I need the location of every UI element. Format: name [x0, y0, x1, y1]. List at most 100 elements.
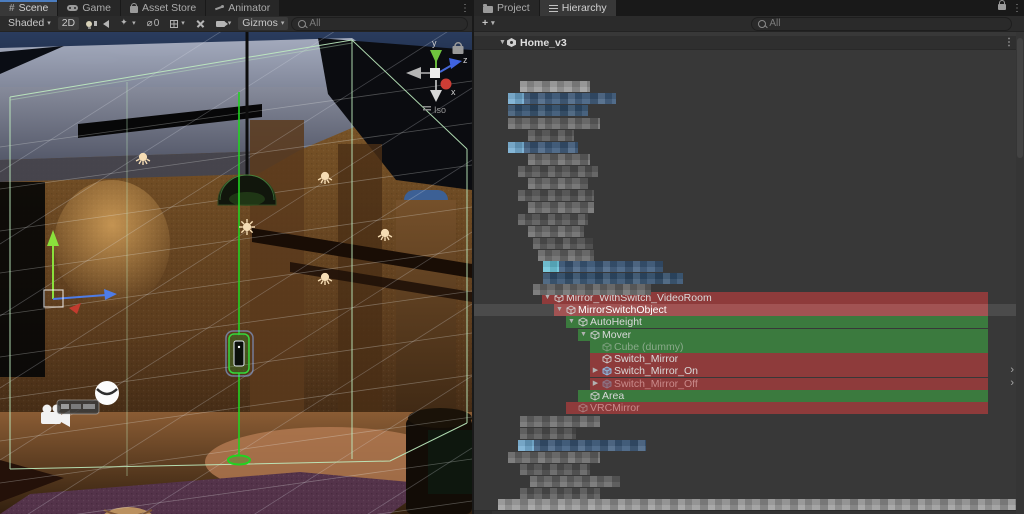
hierarchy-tabbar: Project Hierarchy ⋮ — [474, 0, 1024, 16]
scene-audio-button[interactable] — [94, 17, 113, 30]
tab-project-label: Project — [497, 2, 530, 14]
axis-y-label: y — [432, 38, 437, 48]
scene-header-row[interactable]: ▼ Home_v3 ⋮ — [474, 36, 1024, 50]
collapse-triangle-icon[interactable]: ▼ — [498, 39, 507, 46]
hierarchy-empty-area[interactable] — [474, 510, 1024, 514]
hierarchy-panel: Project Hierarchy ⋮ + ▾ All ▼ Home_v3 ⋮ … — [474, 0, 1024, 514]
redacted-hierarchy-row[interactable] — [518, 214, 588, 225]
hierarchy-row-cube-dummy-[interactable]: Cube (dummy) — [474, 341, 1024, 353]
tools-icon — [196, 19, 205, 28]
scene-toolbar: Shaded ▾ 2D ▾ ⌀ 0 ▾ ▾ Gizmos ▾ — [0, 16, 472, 32]
folder-icon — [483, 3, 493, 13]
tab-game[interactable]: Game — [58, 0, 120, 16]
expand-triangle-icon[interactable]: ▶ — [591, 365, 600, 377]
game-icon — [67, 5, 79, 11]
hierarchy-row-mover[interactable]: ▼ Mover — [474, 329, 1024, 341]
light-pool — [54, 180, 170, 308]
grid-snap-dropdown[interactable]: ▾ — [166, 17, 189, 30]
hierarchy-row-switch-mirror[interactable]: Switch_Mirror — [474, 353, 1024, 365]
tab-animator[interactable]: Animator — [206, 0, 280, 16]
redacted-hierarchy-row[interactable] — [528, 178, 588, 189]
redacted-hierarchy-row[interactable] — [533, 238, 593, 249]
redacted-hierarchy-row[interactable] — [528, 226, 584, 237]
toggle-2d-button[interactable]: 2D — [57, 17, 80, 30]
axis-center-cube[interactable] — [430, 68, 440, 78]
expand-triangle-icon[interactable]: ▶ — [591, 378, 600, 390]
redacted-hierarchy-row[interactable] — [520, 81, 590, 92]
asset-store-icon — [129, 3, 138, 13]
redacted-hierarchy-row[interactable] — [520, 464, 590, 475]
scene-camera-dropdown[interactable]: ▾ — [212, 17, 236, 30]
redacted-hierarchy-row[interactable] — [518, 440, 646, 451]
scene-panel-menu-icon[interactable]: ⋮ — [458, 0, 472, 16]
redacted-hierarchy-row[interactable] — [508, 105, 588, 116]
redacted-hierarchy-row[interactable] — [518, 166, 598, 177]
redacted-hierarchy-row[interactable] — [538, 250, 594, 261]
hierarchy-row-switch-mirror-on[interactable]: ▶ Switch_Mirror_On › — [474, 364, 1024, 377]
scene-search-input[interactable]: All — [291, 16, 468, 31]
animator-icon — [215, 4, 225, 13]
hierarchy-panel-menu-icon[interactable]: ⋮ — [1010, 0, 1024, 16]
expand-triangle-icon[interactable]: ▼ — [567, 316, 576, 328]
redacted-hierarchy-row[interactable] — [520, 428, 576, 439]
hierarchy-row-switch-mirror-off[interactable]: ▶ Switch_Mirror_Off › — [474, 377, 1024, 390]
redacted-hierarchy-row[interactable] — [508, 93, 616, 104]
search-icon — [758, 19, 767, 28]
search-icon — [298, 19, 307, 28]
hierarchy-row-mirrorswitchobject[interactable]: ▼ MirrorSwitchObject — [474, 304, 1024, 316]
scene-render: y z x Iso — [0, 32, 472, 514]
scrollbar-thumb[interactable] — [1017, 38, 1023, 158]
redacted-hierarchy-row[interactable] — [518, 190, 594, 201]
hierarchy-row-autoheight[interactable]: ▼ AutoHeight — [474, 316, 1024, 328]
component-tools-button[interactable] — [192, 17, 209, 30]
prefab-nav-chevron-icon[interactable]: › — [1010, 364, 1014, 376]
lock-icon[interactable] — [998, 0, 1006, 10]
redacted-hierarchy-row[interactable] — [530, 476, 620, 487]
scene-effects-dropdown[interactable]: ▾ — [116, 16, 140, 30]
tab-asset-store[interactable]: Asset Store — [120, 0, 206, 16]
redacted-hierarchy-row[interactable] — [508, 452, 600, 463]
redacted-hierarchy-row[interactable] — [520, 488, 600, 499]
chevron-down-icon: ▾ — [181, 20, 185, 27]
axis-x-ball[interactable] — [440, 78, 452, 90]
tab-hierarchy-label: Hierarchy — [561, 2, 607, 14]
redacted-hierarchy-row[interactable] — [528, 202, 594, 213]
scene-header-menu-icon[interactable]: ⋮ — [1002, 37, 1016, 48]
redacted-hierarchy-row[interactable] — [543, 273, 683, 284]
redacted-hierarchy-row[interactable] — [528, 130, 574, 141]
object-name: Switch_Mirror_On — [614, 365, 699, 377]
prefab-nav-chevron-icon[interactable]: › — [1010, 377, 1014, 389]
gizmos-label: Gizmos — [242, 17, 278, 29]
chevron-down-icon: ▾ — [491, 20, 495, 27]
shading-mode-dropdown[interactable]: Shaded ▾ — [4, 17, 55, 30]
hierarchy-search-input[interactable]: All — [751, 16, 1012, 31]
redacted-hierarchy-row[interactable] — [498, 499, 1022, 510]
hierarchy-row-area[interactable]: Area — [474, 390, 1024, 402]
gizmos-dropdown[interactable]: Gizmos ▾ — [238, 17, 289, 30]
redacted-hierarchy-row[interactable] — [533, 284, 651, 295]
redacted-hierarchy-row[interactable] — [508, 118, 600, 129]
unity-scene-icon — [507, 38, 516, 47]
expand-triangle-icon[interactable]: ▼ — [579, 329, 588, 341]
tab-project[interactable]: Project — [474, 0, 539, 16]
hierarchy-row-vrcmirror[interactable]: VRCMirror — [474, 402, 1024, 414]
redacted-hierarchy-row[interactable] — [528, 154, 590, 165]
scene-visibility-button[interactable]: ⌀ 0 — [143, 17, 164, 30]
chevron-down-icon: ▾ — [280, 20, 285, 27]
object-name: Mover — [602, 329, 632, 341]
redacted-hierarchy-row[interactable] — [520, 416, 600, 427]
scene-viewport[interactable]: y z x Iso — [0, 32, 472, 514]
create-object-dropdown[interactable]: + ▾ — [478, 17, 499, 30]
hidden-count: 0 — [153, 18, 160, 29]
expand-triangle-icon[interactable]: ▼ — [555, 304, 564, 316]
projection-label: Iso — [434, 105, 446, 115]
tab-game-label: Game — [82, 2, 111, 14]
object-name: MirrorSwitchObject — [578, 304, 667, 316]
light-gizmo-icon[interactable] — [239, 219, 255, 235]
redacted-hierarchy-row[interactable] — [508, 142, 578, 153]
hierarchy-scrollbar[interactable] — [1016, 32, 1024, 514]
redacted-hierarchy-row[interactable] — [543, 261, 663, 272]
tab-scene[interactable]: # Scene — [0, 0, 58, 16]
scene-tabbar: # Scene Game Asset Store Animator ⋮ — [0, 0, 472, 16]
tab-hierarchy[interactable]: Hierarchy — [539, 0, 616, 16]
